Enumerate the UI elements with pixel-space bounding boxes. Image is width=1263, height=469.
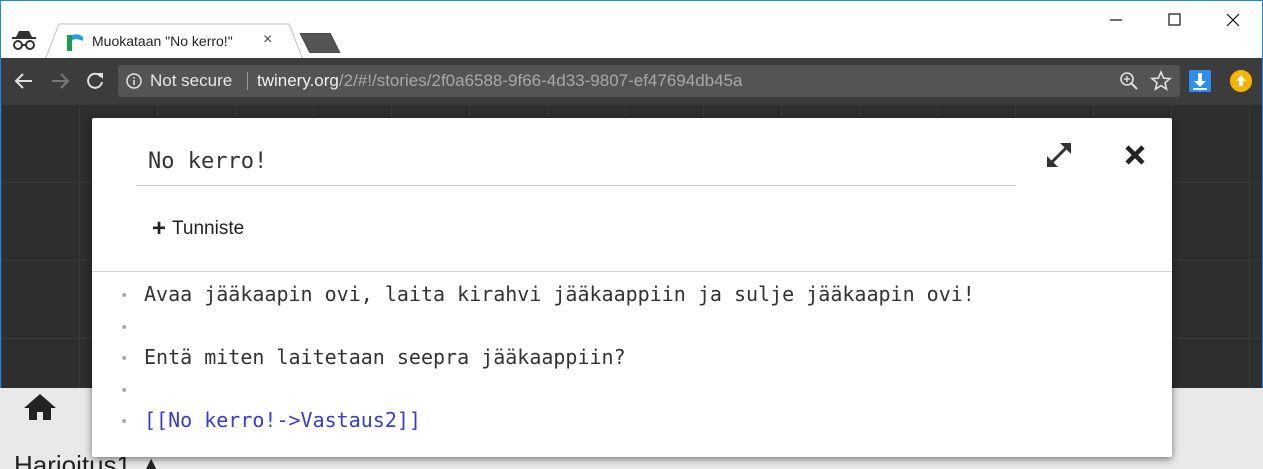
expand-icon[interactable] — [1044, 140, 1074, 170]
bookmark-star-icon[interactable] — [1150, 70, 1172, 92]
line-bullet: • — [120, 413, 129, 430]
line-text: Avaa jääkaapin ovi, laita kirahvi jääkaa… — [144, 282, 975, 306]
tab-close-icon[interactable]: × — [263, 32, 272, 48]
editor-line[interactable]: • [[No kerro!->Vastaus2]] — [120, 408, 421, 432]
home-icon[interactable] — [22, 392, 58, 422]
url-text[interactable]: twinery.org/2/#!/stories/2f0a6588-9f66-4… — [257, 71, 742, 91]
forward-arrow-icon[interactable] — [49, 70, 71, 92]
plus-icon: + — [152, 215, 167, 242]
line-bullet: • — [120, 319, 129, 336]
editor-line[interactable]: • — [120, 314, 144, 338]
add-tag-label: Tunniste — [172, 218, 245, 239]
minimize-icon[interactable] — [1101, 7, 1131, 33]
maximize-window-icon[interactable] — [1159, 7, 1189, 33]
editor-line[interactable]: • — [120, 377, 144, 401]
upgrade-extension-icon[interactable] — [1230, 70, 1252, 92]
new-tab-button[interactable] — [298, 33, 342, 53]
line-text: Entä miten laitetaan seepra jääkaappiin? — [144, 345, 626, 369]
tab-title: Muokataan "No kerro!" — [92, 33, 233, 49]
close-icon[interactable] — [1120, 140, 1150, 170]
line-bullet: • — [120, 382, 129, 399]
browser-toolbar: Not secure twinery.org/2/#!/stories/2f0a… — [0, 58, 1263, 104]
add-tag-button[interactable]: + Tunniste — [152, 215, 245, 242]
incognito-icon — [12, 31, 36, 50]
passage-edit-dialog: + Tunniste • Avaa jääkaapin ovi, laita ki… — [92, 118, 1172, 457]
editor-line[interactable]: • Avaa jääkaapin ovi, laita kirahvi jääka… — [120, 282, 975, 306]
passage-link-text[interactable]: [[No kerro!->Vastaus2]] — [144, 408, 421, 432]
address-bar[interactable]: Not secure twinery.org/2/#!/stories/2f0a… — [118, 65, 1180, 97]
info-icon[interactable] — [126, 73, 142, 89]
address-separator — [247, 72, 248, 90]
editor-line[interactable]: • Entä miten laitetaan seepra jääkaappiin… — [120, 345, 626, 369]
url-host: twinery.org — [257, 71, 339, 90]
back-arrow-icon[interactable] — [13, 70, 35, 92]
line-bullet: • — [120, 287, 129, 304]
passage-text-editor[interactable]: • Avaa jääkaapin ovi, laita kirahvi jääka… — [92, 272, 1172, 457]
browser-title-bar: Muokataan "No kerro!" × — [0, 0, 1263, 60]
zoom-icon[interactable] — [1119, 71, 1139, 91]
close-window-icon[interactable] — [1218, 7, 1248, 33]
passage-name-input[interactable] — [136, 138, 1016, 186]
line-bullet: • — [120, 350, 129, 367]
twine-favicon-icon — [67, 34, 83, 51]
download-extension-icon[interactable] — [1189, 70, 1211, 92]
reload-icon[interactable] — [84, 70, 106, 92]
url-path: /2/#!/stories/2f0a6588-9f66-4d33-9807-ef… — [338, 71, 743, 90]
security-label[interactable]: Not secure — [150, 71, 232, 91]
